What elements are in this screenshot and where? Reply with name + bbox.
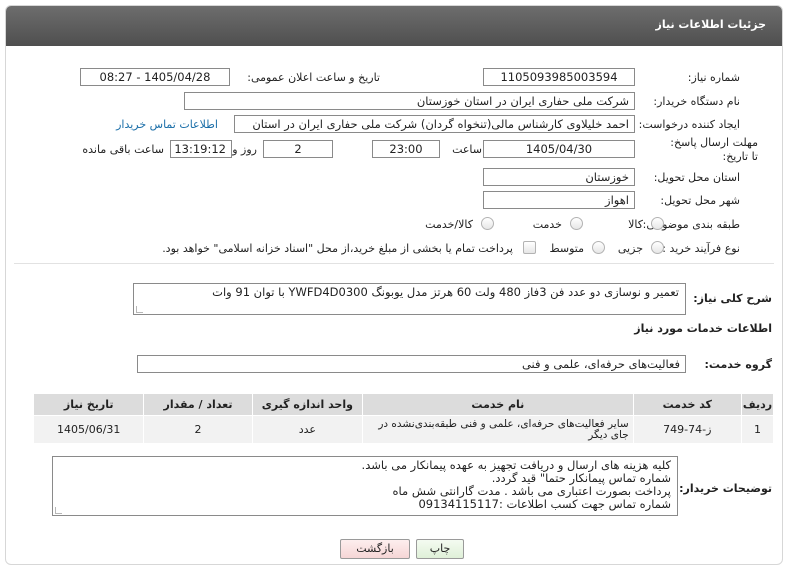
deadline-time-label: ساعت [452,143,482,156]
col-qty: تعداد / مقدار [143,393,253,416]
buyer-contact-link[interactable]: اطلاعات تماس خریدار [116,118,218,131]
buyer-notes-textarea[interactable]: کلیه هزینه های ارسال و دریافت تجهیز به ع… [52,456,678,516]
page-title: جزئیات اطلاعات نیاز [655,18,767,31]
remaining-time-field: 13:19:12 [170,140,232,158]
description-label: شرح کلی نیاز: [693,292,772,305]
category-goods-service-label: کالا/خدمت [425,218,473,231]
services-table: ردیف کد خدمت نام خدمت واحد اندازه گیری ت… [32,393,775,444]
buyer-notes-line: شماره تماس جهت کسب اطلاعات :09134115117 [418,497,671,511]
service-group-label: گروه خدمت: [704,358,772,371]
col-row: ردیف [740,393,775,416]
cell-row: 1 [740,415,775,444]
cell-name: سایر فعالیت‌های حرفه‌ای، علمی و فنی طبقه… [362,415,634,444]
purchase-partial-label: جزیی [617,242,643,255]
category-service-label: خدمت [532,218,562,231]
service-group-field: فعالیت‌های حرفه‌ای، علمی و فنی [137,355,686,373]
card-header: جزئیات اطلاعات نیاز [6,6,782,46]
resize-handle-icon[interactable] [136,306,143,313]
province-field: خوزستان [483,168,635,186]
resize-handle-icon[interactable] [55,507,62,514]
announce-date-label: تاریخ و ساعت اعلان عمومی: [247,71,380,84]
category-goods-radio[interactable] [651,217,664,230]
back-button[interactable]: بازگشت [340,539,410,559]
creator-field: احمد خلیلاوی کارشناس مالی(تنخواه گردان) … [234,115,635,133]
divider [14,263,774,264]
col-name: نام خدمت [362,393,634,416]
deadline-time-field: 23:00 [372,140,440,158]
col-date: تاریخ نیاز [32,393,145,416]
days-label: روز و [232,143,257,156]
table-header-row: ردیف کد خدمت نام خدمت واحد اندازه گیری ت… [32,393,775,416]
announce-date-field: 1405/04/28 - 08:27 [80,68,230,86]
city-label: شهر محل تحویل: [660,194,740,207]
cell-unit: عدد [251,415,364,444]
description-textarea[interactable]: تعمیر و نوسازی دو عدد فن 3فاز 480 ولت 60… [133,283,686,315]
treasury-checkbox[interactable] [523,241,536,254]
purchase-medium-radio[interactable] [592,241,605,254]
province-label: استان محل تحویل: [653,171,740,184]
purchase-partial-radio[interactable] [651,241,664,254]
city-field: اهواز [483,191,635,209]
cell-date: 1405/06/31 [32,415,145,444]
category-goods-service-radio[interactable] [481,217,494,230]
need-number-label: شماره نیاز: [687,71,740,84]
services-section-title: اطلاعات خدمات مورد نیاز [634,322,772,335]
cell-code: ز-74-749 [632,415,742,444]
description-text: تعمیر و نوسازی دو عدد فن 3فاز 480 ولت 60… [212,285,679,299]
col-unit: واحد اندازه گیری [251,393,364,416]
deadline-date-field: 1405/04/30 [483,140,635,158]
cell-qty: 2 [143,415,253,444]
buyer-org-field: شرکت ملی حفاری ایران در استان خوزستان [184,92,635,110]
col-code: کد خدمت [632,393,742,416]
print-button[interactable]: چاپ [416,539,464,559]
need-number-field: 1105093985003594 [483,68,635,86]
purchase-type-label: نوع فرآیند خرید : [662,242,740,255]
remaining-label: ساعت باقی مانده [82,143,164,156]
creator-label: ایجاد کننده درخواست: [638,118,740,131]
days-remaining-field: 2 [263,140,333,158]
treasury-note: پرداخت تمام یا بخشی از مبلغ خرید،از محل … [162,242,513,255]
purchase-medium-label: متوسط [549,242,584,255]
deadline-label: مهلت ارسال پاسخ: تا تاریخ: [670,136,758,163]
table-row: 1 ز-74-749 سایر فعالیت‌های حرفه‌ای، علمی… [32,415,775,444]
category-service-radio[interactable] [570,217,583,230]
buyer-org-label: نام دستگاه خریدار: [653,95,740,108]
buyer-notes-label: توضیحات خریدار: [679,482,772,495]
category-goods-label: کالا [628,218,643,231]
